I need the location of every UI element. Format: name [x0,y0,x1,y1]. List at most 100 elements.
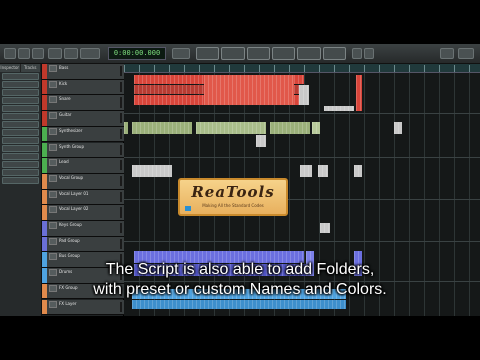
inspector-field[interactable] [2,137,39,144]
toolbar-button[interactable] [64,48,78,59]
track-header[interactable]: Synth Group [42,142,124,159]
track-mute-button[interactable] [49,222,57,229]
audio-event[interactable] [394,122,402,134]
loop-button[interactable] [297,47,321,60]
track-header[interactable]: Snare [42,95,124,112]
audio-event[interactable] [356,75,362,111]
ruler-tick [124,65,125,72]
track-header[interactable]: Vocal Layer 02 [42,205,124,221]
toolbar-button[interactable] [18,48,30,59]
ruler-tick [289,65,290,72]
subtitle-line-2: with preset or custom Names and Colors. [93,281,387,298]
audio-event[interactable] [132,165,172,177]
inspector-field[interactable] [2,113,39,120]
logo-title: ReaTools [191,183,275,201]
track-mute-button[interactable] [49,190,57,198]
ruler-tick [439,65,440,72]
ruler-tick [424,65,425,72]
inspector-field[interactable] [2,81,39,88]
toolbar-button[interactable] [80,48,100,59]
track-meter [120,144,122,155]
track-header[interactable]: Synthesizer [42,126,124,143]
audio-event[interactable] [300,165,312,177]
audio-event[interactable] [312,122,320,134]
track-name: Bus Group [59,253,80,259]
track-mute-button[interactable] [49,112,57,120]
toolbar-button[interactable] [32,48,44,59]
track-color-strip [42,205,47,220]
track-color-strip [42,64,47,79]
track-mute-button[interactable] [49,143,57,151]
audio-event[interactable] [132,122,192,134]
video-subtitle: The Script is also able to add Folders, … [0,260,480,300]
track-header[interactable]: FX Layer [42,299,124,316]
track-mute-button[interactable] [49,127,57,135]
track-mute-button[interactable] [49,65,57,72]
ruler-tick [259,65,260,72]
audio-event[interactable] [354,165,362,177]
audio-event[interactable] [256,135,266,147]
toolbar-button[interactable] [458,48,474,59]
inspector-field[interactable] [2,89,39,96]
track-color-strip [42,299,47,315]
inspector-field[interactable] [2,169,39,176]
inspector-field[interactable] [2,105,39,112]
audio-event[interactable] [318,165,328,177]
track-header[interactable]: Guitar [42,111,124,127]
tab-inspector[interactable]: Inspector [0,64,21,72]
toolbar-button[interactable] [172,48,190,59]
track-color-strip [42,142,47,158]
stop-button[interactable] [221,47,245,60]
inspector-field[interactable] [2,145,39,152]
audio-event[interactable] [204,75,294,105]
track-mute-button[interactable] [49,80,57,88]
play-button[interactable] [246,47,270,60]
audio-event[interactable] [270,122,310,134]
track-mute-button[interactable] [49,159,57,167]
toolbar-button[interactable] [352,48,362,59]
lane-separator [124,157,480,158]
track-header[interactable]: Lead [42,158,124,174]
timeline-ruler[interactable] [124,64,480,73]
track-meter [120,238,122,249]
audio-event[interactable] [324,106,354,111]
track-name: Guitar [59,112,72,118]
track-mute-button[interactable] [49,96,57,104]
track-color-strip [42,95,47,111]
audio-event[interactable] [124,122,128,134]
audio-event[interactable] [320,223,330,233]
audio-event[interactable] [196,122,266,134]
inspector-field[interactable] [2,161,39,168]
track-name: Snare [59,96,71,102]
inspector-field[interactable] [2,177,39,184]
track-name: Kick [59,80,68,86]
transport-controls [196,47,346,60]
track-mute-button[interactable] [49,300,57,308]
track-header[interactable]: Vocal Group [42,173,124,190]
rewind-button[interactable] [196,47,220,60]
toolbar-button[interactable] [48,48,62,59]
track-mute-button[interactable] [49,237,57,245]
track-header[interactable]: Bass [42,64,124,80]
track-header[interactable]: Pad Group [42,236,124,253]
track-name: Keys Group [59,222,82,227]
toolbar-button[interactable] [364,48,374,59]
track-header[interactable]: Keys Group [42,221,124,237]
audio-event[interactable] [299,85,309,105]
toolbar-button[interactable] [4,48,16,59]
track-header[interactable]: Kick [42,79,124,96]
audio-event[interactable] [132,300,346,309]
metronome-button[interactable] [322,47,346,60]
tab-tracks[interactable]: Tracks [20,64,41,72]
inspector-field[interactable] [2,97,39,104]
inspector-field[interactable] [2,73,39,80]
track-meter [120,223,122,234]
toolbar-button[interactable] [440,48,454,59]
track-mute-button[interactable] [49,206,57,214]
track-header[interactable]: Vocal Layer 01 [42,189,124,206]
record-button[interactable] [271,47,296,60]
inspector-field[interactable] [2,153,39,160]
inspector-field[interactable] [2,121,39,128]
inspector-field[interactable] [2,129,39,136]
track-mute-button[interactable] [49,174,57,182]
